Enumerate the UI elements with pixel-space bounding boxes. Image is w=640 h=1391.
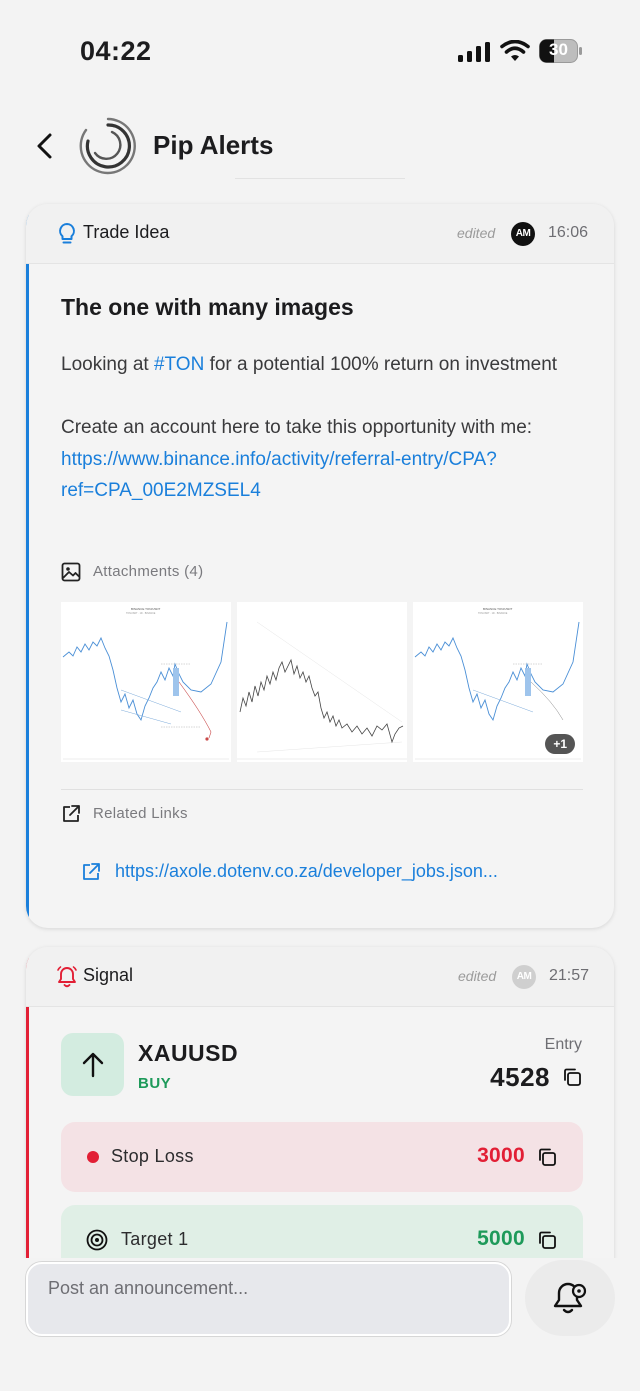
author-avatar[interactable]: AM xyxy=(512,965,536,989)
alert-settings-button[interactable] xyxy=(525,1260,615,1336)
svg-text:TONUSDT · 1D · BINANCE: TONUSDT · 1D · BINANCE xyxy=(126,612,156,615)
edited-label: edited xyxy=(457,225,496,241)
attachments-header: Attachments (4) xyxy=(61,562,361,584)
stop-loss-row: Stop Loss 3000 xyxy=(61,1122,583,1192)
edited-label: edited xyxy=(458,968,497,984)
svg-text:TONUSDT · 1D · BINANCE: TONUSDT · 1D · BINANCE xyxy=(478,612,508,615)
battery-icon: 30 xyxy=(539,39,583,63)
post-time: 16:06 xyxy=(548,224,589,241)
signal-card[interactable]: Signal edited AM 21:57 XAUUSD BUY Entry … xyxy=(26,947,614,1267)
cta-text: Create an account here to take this oppo… xyxy=(61,417,533,438)
svg-text:BINANCE TON/USDT: BINANCE TON/USDT xyxy=(483,607,513,611)
lightbulb-icon xyxy=(59,223,75,244)
channel-header: Pip Alerts xyxy=(0,110,640,180)
bell-settings-icon xyxy=(553,1282,587,1314)
referral-link[interactable]: https://www.binance.info/activity/referr… xyxy=(61,449,497,502)
copy-icon[interactable] xyxy=(562,1067,582,1087)
status-time: 04:22 xyxy=(80,36,152,66)
card-header: Trade Idea edited AM 16:06 xyxy=(26,204,614,264)
entry-label: Entry xyxy=(544,1036,582,1053)
post-time: 21:57 xyxy=(549,967,590,984)
external-link-icon xyxy=(83,863,100,880)
target-label: Target 1 xyxy=(121,1229,189,1249)
related-links-label: Related Links xyxy=(93,805,188,822)
stop-loss-dot xyxy=(87,1151,99,1163)
copy-icon[interactable] xyxy=(537,1230,557,1250)
hashtag-link[interactable]: #TON xyxy=(154,354,204,375)
post-type-label: Signal xyxy=(83,965,134,985)
chart-image xyxy=(237,621,407,760)
attachments-label: Attachments (4) xyxy=(93,563,204,580)
chart-image: BINANCE TON/USDT TONUSDT · 1D · BINANCE xyxy=(62,607,229,760)
stop-loss-value: 3000 xyxy=(477,1144,525,1167)
battery-level: 30 xyxy=(549,40,568,59)
related-link[interactable]: https://axole.dotenv.co.za/developer_job… xyxy=(81,860,581,886)
arrow-up-icon xyxy=(82,1052,104,1078)
attachment-thumbnail[interactable] xyxy=(237,602,407,762)
related-link-url[interactable]: https://axole.dotenv.co.za/developer_job… xyxy=(115,861,498,882)
author-avatar[interactable]: AM xyxy=(511,222,535,246)
chevron-left-icon[interactable] xyxy=(32,130,60,162)
post-type-label: Trade Idea xyxy=(83,222,170,242)
stop-loss-label: Stop Loss xyxy=(111,1146,194,1166)
attachment-thumbnail[interactable]: BINANCE TON/USDT TONUSDT · 1D · BINANCE … xyxy=(413,602,583,762)
signal-pair: XAUUSD xyxy=(138,1040,239,1066)
cellular-signal-icon xyxy=(458,42,490,62)
target-icon xyxy=(86,1229,108,1251)
idea-body: Looking at #TON for a potential 100% ret… xyxy=(61,349,596,507)
svg-text:BINANCE TON/USDT: BINANCE TON/USDT xyxy=(131,607,161,611)
entry-value: 4528 xyxy=(490,1062,550,1092)
copy-icon[interactable] xyxy=(537,1147,557,1167)
image-icon xyxy=(61,562,81,582)
trade-idea-card[interactable]: Trade Idea edited AM 16:06 The one with … xyxy=(26,204,614,928)
section-divider xyxy=(61,789,583,790)
body-text: for a potential 100% return on investmen… xyxy=(204,354,558,375)
signal-direction: BUY xyxy=(138,1075,172,1092)
more-attachments-badge[interactable]: +1 xyxy=(545,734,575,754)
related-links-header: Related Links xyxy=(61,804,361,826)
spiral-logo-icon xyxy=(79,117,136,175)
card-header: Signal edited AM 21:57 xyxy=(26,947,614,1007)
announcement-input[interactable] xyxy=(26,1262,511,1336)
channel-title: Pip Alerts xyxy=(153,130,274,160)
bell-alert-icon xyxy=(57,966,77,988)
wifi-icon xyxy=(500,40,530,61)
status-bar: 04:22 30 xyxy=(0,0,640,100)
header-divider xyxy=(235,178,405,179)
card-accent-bar xyxy=(26,204,29,928)
body-text: Looking at xyxy=(61,354,154,375)
target-value: 5000 xyxy=(477,1227,525,1250)
idea-title: The one with many images xyxy=(61,294,354,320)
direction-tile xyxy=(61,1033,124,1096)
attachment-thumbnail[interactable]: BINANCE TON/USDT TONUSDT · 1D · BINANCE xyxy=(61,602,231,762)
external-link-icon xyxy=(63,805,80,822)
